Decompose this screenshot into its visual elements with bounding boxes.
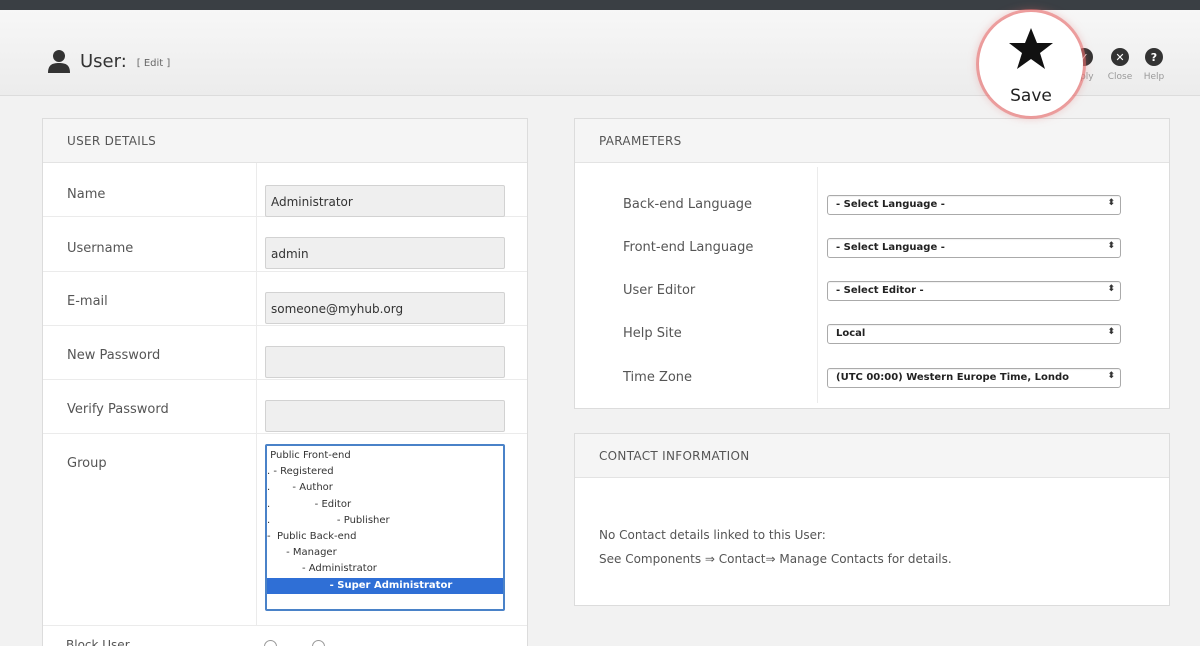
parameters-panel: PARAMETERS Back-end Language - Select La… (574, 118, 1170, 409)
save-label: Save (1010, 86, 1052, 106)
username-field[interactable]: admin (265, 237, 505, 269)
email-label: E-mail (67, 294, 108, 309)
time-zone-label: Time Zone (623, 370, 693, 385)
group-option[interactable]: - Administrator (267, 561, 503, 577)
select-arrows-icon: ⬍ (1107, 241, 1115, 251)
group-option[interactable]: . - Registered (267, 464, 503, 480)
contact-message: No Contact details linked to this User: (599, 528, 826, 542)
help-icon: ? (1145, 48, 1163, 66)
page-title-text: User: (80, 50, 127, 72)
new-password-label: New Password (67, 348, 161, 363)
backend-language-value: - Select Language - (836, 199, 945, 210)
frontend-language-select[interactable]: - Select Language - ⬍ (827, 238, 1121, 258)
backend-language-label: Back-end Language (623, 197, 753, 212)
contact-heading: CONTACT INFORMATION (575, 434, 1169, 478)
help-site-value: Local (836, 328, 866, 339)
block-yes-radio[interactable] (264, 640, 277, 646)
page-title-mode: [ Edit ] (136, 57, 171, 69)
group-label: Group (67, 456, 107, 471)
user-details-heading: USER DETAILS (43, 119, 527, 163)
user-icon (48, 50, 70, 73)
name-field[interactable]: Administrator (265, 185, 505, 217)
email-row: E-mail someone@myhub.org (43, 272, 527, 326)
group-option[interactable]: - Public Back-end (267, 529, 503, 545)
group-row: Group Public Front-end . - Registered . … (43, 434, 527, 626)
name-label: Name (67, 187, 106, 202)
user-editor-value: - Select Editor - (836, 285, 924, 296)
block-user-row: Block User (0, 630, 526, 646)
save-button[interactable]: Save (979, 12, 1083, 116)
group-listbox[interactable]: Public Front-end . - Registered . - Auth… (265, 444, 505, 611)
close-label: Close (1107, 72, 1133, 82)
username-row: Username admin (43, 217, 527, 272)
help-site-select[interactable]: Local ⬍ (827, 324, 1121, 344)
user-editor-select[interactable]: - Select Editor - ⬍ (827, 281, 1121, 301)
block-user-label: Block User (66, 638, 130, 646)
select-arrows-icon: ⬍ (1107, 371, 1115, 381)
group-option[interactable]: . - Editor (267, 497, 503, 513)
help-button[interactable]: ? Help (1134, 48, 1174, 82)
user-editor-label: User Editor (623, 283, 696, 298)
new-password-row: New Password (43, 326, 527, 380)
name-row: Name Administrator (43, 163, 527, 217)
username-label: Username (67, 241, 134, 256)
time-zone-value: (UTC 00:00) Western Europe Time, Londo (836, 372, 1070, 383)
select-arrows-icon: ⬍ (1107, 327, 1115, 337)
select-arrows-icon: ⬍ (1107, 198, 1115, 208)
group-option[interactable]: - Manager (267, 545, 503, 561)
top-bar (0, 0, 1200, 10)
group-option[interactable]: . - Author (267, 480, 503, 496)
group-option[interactable]: . - Publisher (267, 513, 503, 529)
star-icon (1009, 28, 1053, 69)
group-option[interactable]: Public Front-end (267, 448, 503, 464)
frontend-language-value: - Select Language - (836, 242, 945, 253)
select-arrows-icon: ⬍ (1107, 284, 1115, 294)
backend-language-select[interactable]: - Select Language - ⬍ (827, 195, 1121, 215)
verify-password-label: Verify Password (67, 402, 169, 417)
user-details-panel: USER DETAILS Name Administrator Username… (42, 118, 528, 646)
verify-password-row: Verify Password (43, 380, 527, 434)
block-no-radio[interactable] (312, 640, 325, 646)
frontend-language-label: Front-end Language (623, 240, 754, 255)
close-icon: ✕ (1111, 48, 1129, 66)
parameters-heading: PARAMETERS (575, 119, 1169, 163)
new-password-field[interactable] (265, 346, 505, 378)
page-title: User: [ Edit ] (46, 46, 170, 76)
contact-panel: CONTACT INFORMATION No Contact details l… (574, 433, 1170, 606)
time-zone-select[interactable]: (UTC 00:00) Western Europe Time, Londo ⬍ (827, 368, 1121, 388)
email-field[interactable]: someone@myhub.org (265, 292, 505, 324)
verify-password-field[interactable] (265, 400, 505, 432)
contact-help-link[interactable]: See Components ⇒ Contact⇒ Manage Contact… (599, 552, 952, 566)
help-site-label: Help Site (623, 326, 682, 341)
help-label: Help (1143, 72, 1165, 82)
group-option-selected[interactable]: - Super Administrator (267, 577, 503, 594)
